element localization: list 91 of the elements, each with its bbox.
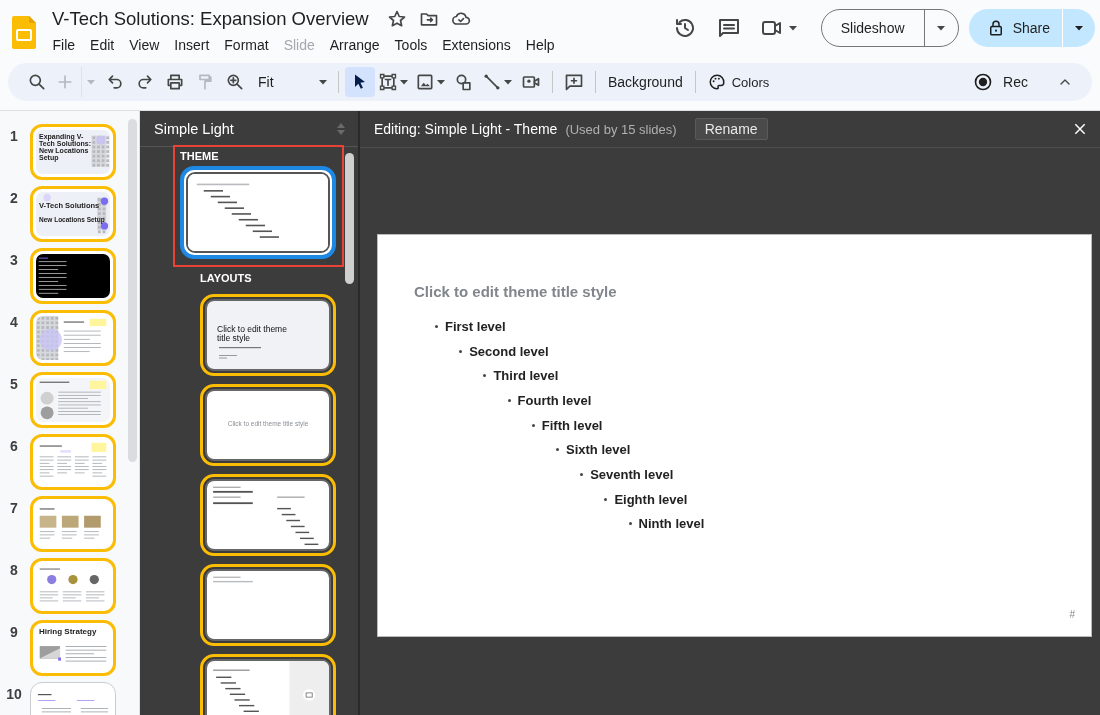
thumbnail-title: Hiring Strategy xyxy=(39,628,97,637)
slide-number: 9 xyxy=(9,623,19,640)
layout-thumbnail[interactable] xyxy=(200,654,336,715)
scrollbar[interactable] xyxy=(128,119,137,462)
theme-thumbnail[interactable] xyxy=(180,166,336,259)
caret-icon xyxy=(503,77,513,87)
caret-icon xyxy=(86,77,96,87)
menu-item[interactable]: Help xyxy=(518,35,563,55)
menu-item[interactable]: Extensions xyxy=(434,35,519,55)
printer-icon xyxy=(165,72,185,92)
redo-icon xyxy=(135,72,155,92)
background-button[interactable]: Background xyxy=(602,67,689,97)
slide-number-placeholder[interactable]: # xyxy=(1069,609,1075,620)
title-placeholder[interactable]: Click to edit theme title style xyxy=(414,283,1091,300)
undo-icon xyxy=(105,72,125,92)
body-level-text[interactable]: First level xyxy=(445,318,506,334)
layout-thumbnail[interactable]: Click to edit theme title style xyxy=(200,294,336,376)
comment-plus-icon xyxy=(564,72,584,92)
body-level-text[interactable]: Seventh level xyxy=(590,466,674,482)
slide-thumbnail[interactable]: Hiring Strategy xyxy=(30,620,116,676)
slide-number: 8 xyxy=(9,561,19,578)
record-button[interactable]: Rec xyxy=(965,67,1036,97)
slide-number: 5 xyxy=(9,375,19,392)
palette-icon xyxy=(707,73,726,91)
slide-thumbnail[interactable] xyxy=(30,434,116,490)
layout-title: Click to edit theme title style xyxy=(217,325,288,343)
menu-item[interactable]: Insert xyxy=(166,35,217,55)
slide-number: 10 xyxy=(5,685,23,702)
caret-icon xyxy=(936,23,947,33)
bullet-icon xyxy=(507,398,511,402)
slide-thumbnail[interactable] xyxy=(30,496,116,552)
star-icon[interactable] xyxy=(386,9,407,29)
caret-icon xyxy=(399,77,409,87)
menu-item[interactable]: Format xyxy=(216,35,277,55)
editor-heading: Editing: Simple Light - Theme xyxy=(374,121,558,137)
layout-thumbnail[interactable] xyxy=(200,474,336,556)
scrollbar[interactable] xyxy=(345,153,354,284)
shapes-icon xyxy=(454,72,474,92)
bullet-icon xyxy=(459,349,463,353)
body-level-text[interactable]: Eighth level xyxy=(614,491,688,507)
slide-number: 6 xyxy=(9,437,19,454)
bullet-icon xyxy=(556,448,559,452)
caret-icon xyxy=(787,23,798,33)
zoom-dropdown[interactable]: Fit xyxy=(250,67,332,97)
text-box-icon xyxy=(378,72,398,92)
search-icon xyxy=(27,72,47,92)
bullet-icon xyxy=(604,497,608,501)
slide-number: 4 xyxy=(9,313,19,330)
body-level-text[interactable]: Sixth level xyxy=(566,442,631,458)
pointer-tool-button[interactable] xyxy=(345,67,375,97)
image-icon xyxy=(415,72,435,92)
bullet-icon xyxy=(435,324,438,328)
body-level-text[interactable]: Fifth level xyxy=(541,417,603,433)
colors-button[interactable]: Colors xyxy=(701,67,776,97)
bullet-icon xyxy=(580,472,584,476)
body-level-text[interactable]: Third level xyxy=(493,368,559,384)
theme-name[interactable]: Simple Light xyxy=(154,120,234,137)
slide-canvas[interactable]: Click to edit theme title style First level Second level Third level Fourth level Fifth level Sixth level Seventh level Eighth level Ninth level # xyxy=(377,234,1092,637)
body-level-text[interactable]: Ninth level xyxy=(638,516,705,532)
menu-item[interactable]: File xyxy=(45,35,83,55)
caret-icon xyxy=(436,77,446,87)
usage-note: (Used by 15 slides) xyxy=(565,121,677,137)
close-icon[interactable] xyxy=(1072,121,1088,137)
zoom-icon xyxy=(225,72,245,92)
menu-item[interactable]: Edit xyxy=(82,35,122,55)
slide-thumbnail[interactable] xyxy=(30,558,116,614)
slide-number: 1 xyxy=(9,127,19,144)
menu-item[interactable]: Arrange xyxy=(322,35,388,55)
record-icon xyxy=(973,72,994,92)
caret-icon xyxy=(1074,23,1084,33)
line-icon xyxy=(482,72,502,92)
bullet-icon xyxy=(483,374,487,378)
comment-icon[interactable] xyxy=(716,16,741,40)
section-heading: THEME xyxy=(180,150,220,164)
slide-number: 7 xyxy=(9,499,19,516)
bullet-icon xyxy=(531,423,535,427)
menu-item[interactable]: View xyxy=(121,35,167,55)
bullet-icon xyxy=(628,522,632,526)
document-title[interactable]: V-Tech Solutions: Expansion Overview xyxy=(52,8,369,30)
rename-button[interactable]: Rename xyxy=(694,118,768,140)
slide-thumbnail[interactable] xyxy=(30,248,116,304)
slide-thumbnail[interactable] xyxy=(30,372,116,428)
body-level-text[interactable]: Second level xyxy=(469,343,549,359)
slide-number: 2 xyxy=(9,189,19,206)
caret-icon xyxy=(318,77,328,87)
slide-thumbnail[interactable] xyxy=(30,310,116,366)
layout-thumbnail[interactable] xyxy=(200,564,336,646)
slide-number: 3 xyxy=(9,251,19,268)
section-heading: LAYOUTS xyxy=(200,271,253,286)
body-level-text[interactable]: Fourth level xyxy=(517,392,592,408)
menu-item[interactable]: Tools xyxy=(387,35,435,55)
